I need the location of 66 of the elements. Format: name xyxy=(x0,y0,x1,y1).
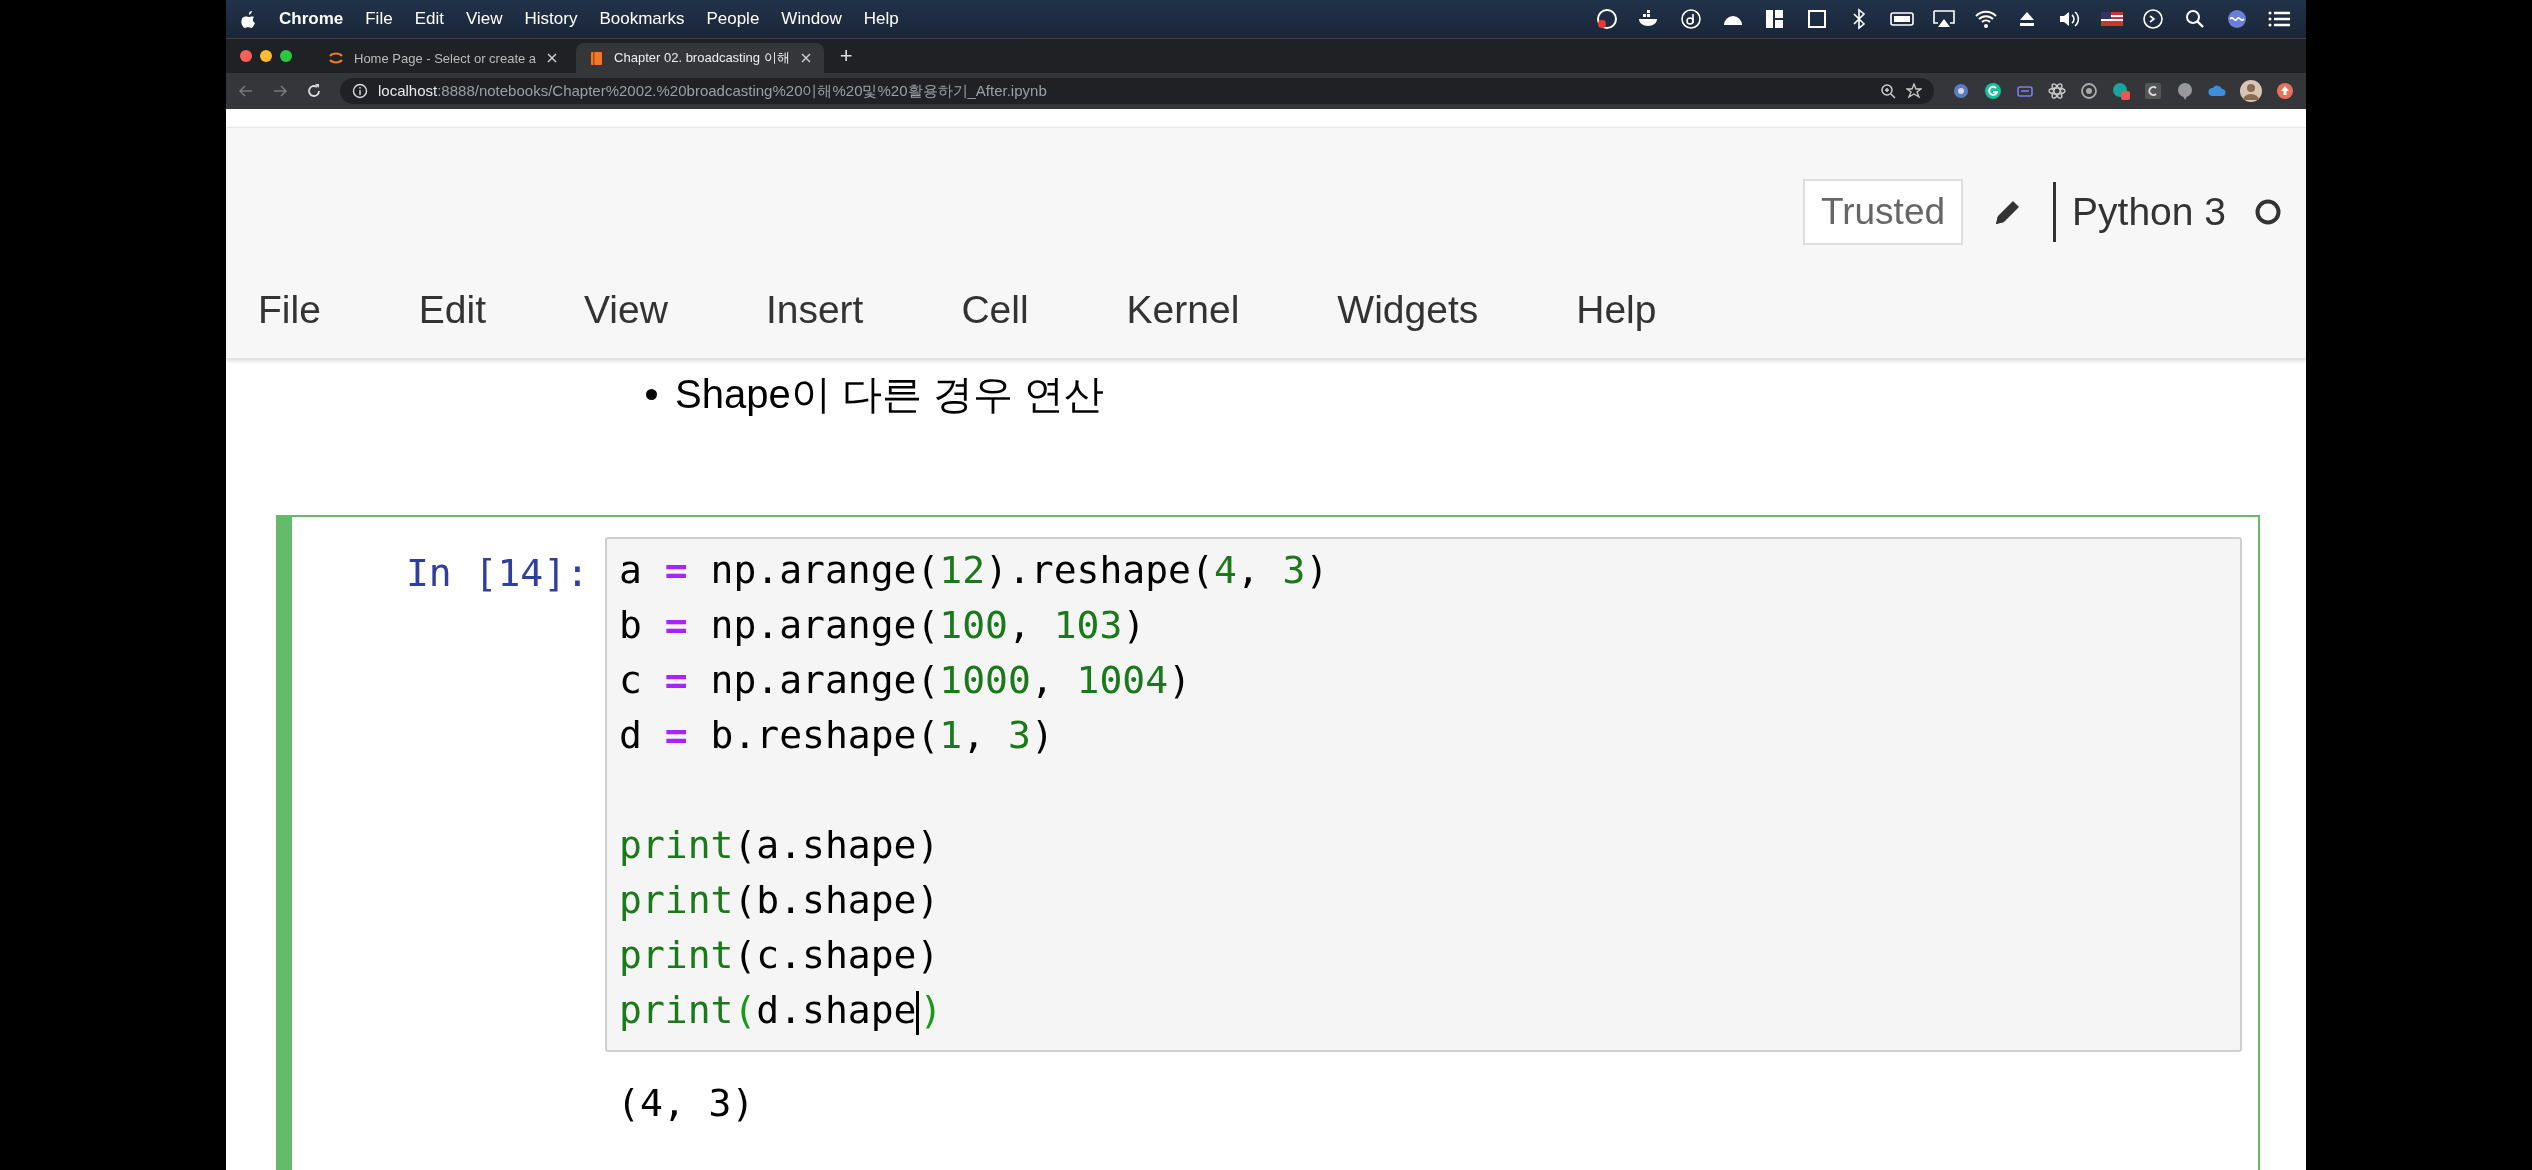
new-tab-button[interactable]: + xyxy=(839,43,853,69)
target-icon[interactable] xyxy=(2080,82,2098,100)
menu-item[interactable]: History xyxy=(524,9,578,29)
code-line: b = np.arange(100, 103) xyxy=(619,602,1147,649)
menu-item[interactable]: Help xyxy=(863,9,899,29)
kernel-name: Python 3 xyxy=(2072,190,2226,234)
info-icon xyxy=(352,83,368,99)
code-line: c = np.arange(1000, 1004) xyxy=(619,657,1192,704)
record-icon[interactable] xyxy=(1596,8,1620,30)
bullet-icon xyxy=(646,389,657,400)
browser-tab[interactable]: Chapter 02. broadcasting 이해 xyxy=(576,43,824,73)
menu-item[interactable]: Insert xyxy=(765,288,864,332)
badge-icon[interactable] xyxy=(2112,82,2130,100)
bubble-icon[interactable] xyxy=(2176,82,2194,100)
letter-circle-icon[interactable] xyxy=(1680,8,1704,30)
code-cell[interactable]: In [14]: a = np.arange(12).reshape(4, 3) b = np.arange(100, 103) c = np.arange(1000, 1004) d = b.reshape(1, 3) print(a.shape) print(b.shape) print(c.shape) print(d.shape) (4, 3) xyxy=(276,515,2260,1170)
menu-item[interactable]: Widgets xyxy=(1337,288,1479,332)
menu-item[interactable]: Cell xyxy=(961,288,1029,332)
list-item: Shape이 다른 경우 연산 xyxy=(675,371,1104,418)
code-line: print(c.shape) xyxy=(619,932,941,979)
menu-item[interactable]: Edit xyxy=(418,288,487,332)
code-line: a = np.arange(12).reshape(4, 3) xyxy=(619,547,1330,594)
close-light[interactable] xyxy=(240,50,252,62)
app-menu[interactable]: Chrome xyxy=(279,9,344,29)
forward-icon[interactable] xyxy=(272,83,288,99)
browser-tab[interactable]: Home Page - Select or create a xyxy=(316,43,571,73)
apple-icon[interactable] xyxy=(240,9,257,29)
menu-item[interactable]: Kernel xyxy=(1126,288,1240,332)
menu-item[interactable]: View xyxy=(465,9,503,29)
menu-item[interactable]: File xyxy=(365,9,393,29)
book-icon xyxy=(588,50,605,66)
back-icon[interactable] xyxy=(238,83,254,99)
input-prompt: In [14]: xyxy=(404,550,590,597)
menu-item[interactable]: Bookmarks xyxy=(599,9,685,29)
close-icon[interactable] xyxy=(546,52,559,64)
menu-item[interactable]: View xyxy=(584,288,668,332)
zoom-light[interactable] xyxy=(280,50,292,62)
code-editor[interactable]: a = np.arange(12).reshape(4, 3) b = np.arange(100, 103) c = np.arange(1000, 1004) d = b.reshape(1, 3) print(a.shape) print(b.shape) print(c.shape) print(d.shape) xyxy=(605,537,2242,1052)
menu-item[interactable]: Window xyxy=(781,9,842,29)
code-line: print(d.shape) xyxy=(619,983,2228,1038)
trusted-indicator[interactable]: Trusted xyxy=(1803,179,1964,245)
close-icon[interactable] xyxy=(799,52,812,64)
volume-icon[interactable] xyxy=(2058,8,2082,30)
star-icon[interactable] xyxy=(1906,83,1922,99)
atom-icon[interactable] xyxy=(2048,82,2066,100)
airplay-icon[interactable] xyxy=(1932,8,1956,30)
avatar-icon[interactable] xyxy=(2240,80,2262,102)
address-field[interactable]: localhost:8888/notebooks/Chapter%2002.%20broadcasting%20이해%20및%20활용하기_After.ipynb xyxy=(340,78,1934,104)
output-line: (4, 3) xyxy=(617,1080,756,1127)
code-line: d = b.reshape(1, 3) xyxy=(619,712,1055,759)
wifi-icon[interactable] xyxy=(1974,8,1998,30)
ring-icon[interactable] xyxy=(1952,82,1970,100)
reload-icon[interactable] xyxy=(306,83,322,99)
clock-icon[interactable] xyxy=(2142,8,2166,30)
minimize-light[interactable] xyxy=(260,50,272,62)
letter-g-icon[interactable] xyxy=(1984,82,2002,100)
code-line: print(a.shape) xyxy=(619,822,941,869)
menu-item[interactable]: File xyxy=(258,288,321,332)
menu-item[interactable]: Edit xyxy=(414,9,444,29)
menu-item[interactable]: People xyxy=(706,9,760,29)
letter-c-icon[interactable] xyxy=(2144,82,2162,100)
update-icon[interactable] xyxy=(2276,82,2294,100)
spinner-icon xyxy=(328,50,344,66)
zoom-icon[interactable] xyxy=(1880,83,1896,99)
code-line: print(b.shape) xyxy=(619,877,941,924)
menu-item[interactable]: Help xyxy=(1576,288,1657,332)
